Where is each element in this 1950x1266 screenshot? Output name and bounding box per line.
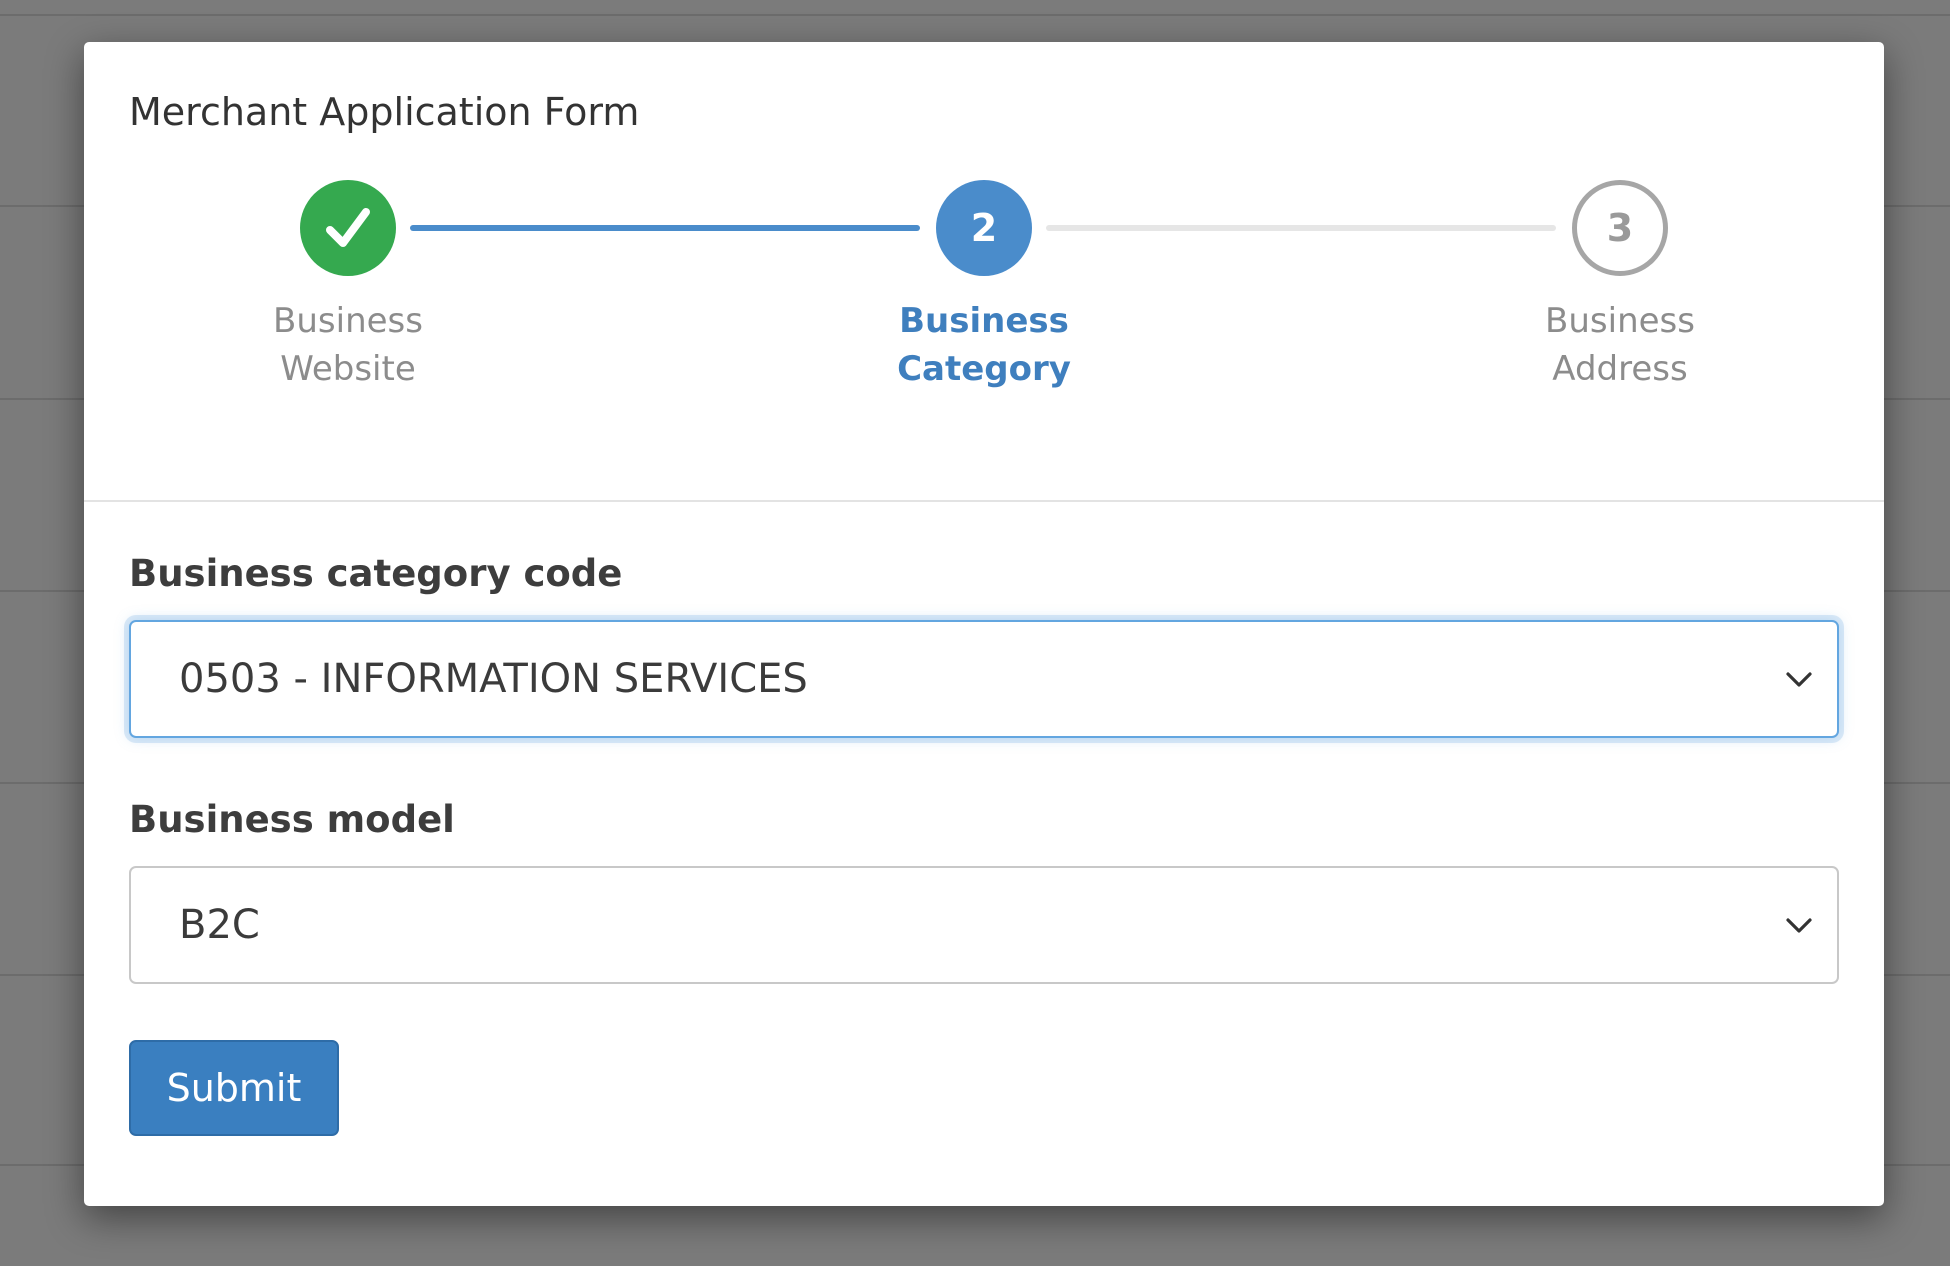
background-row-divider bbox=[0, 14, 1950, 16]
business-model-select[interactable]: B2C bbox=[129, 866, 1839, 984]
background-row-divider bbox=[1884, 1164, 1950, 1166]
background-row-divider bbox=[1884, 205, 1950, 207]
background-row-divider bbox=[0, 398, 84, 400]
business-category-code-select[interactable]: 0503 - INFORMATION SERVICES bbox=[129, 620, 1839, 738]
step-3-label-line1: Business bbox=[1545, 301, 1695, 341]
business-category-code-label: Business category code bbox=[129, 552, 623, 595]
background-row-divider bbox=[0, 205, 84, 207]
modal-title: Merchant Application Form bbox=[129, 90, 640, 134]
step-3-label: Business Address bbox=[1460, 297, 1780, 393]
step-1-label-line1: Business bbox=[273, 301, 423, 341]
step-1-label: Business Website bbox=[188, 297, 508, 393]
step-connector-complete bbox=[410, 225, 920, 231]
background-row-divider bbox=[1884, 590, 1950, 592]
step-3-label-line2: Address bbox=[1552, 349, 1688, 389]
step-connector-pending bbox=[1046, 225, 1556, 231]
background-row-divider bbox=[0, 782, 84, 784]
step-2-label-line2: Category bbox=[897, 349, 1071, 389]
check-icon bbox=[326, 208, 370, 247]
background-row-divider bbox=[0, 590, 84, 592]
modal-header: Merchant Application Form Business Websi… bbox=[84, 42, 1884, 502]
step-2-active-indicator[interactable]: 2 bbox=[936, 180, 1032, 276]
step-3-number: 3 bbox=[1606, 206, 1634, 250]
chevron-down-icon bbox=[1786, 672, 1812, 687]
submit-button[interactable]: Submit bbox=[129, 1040, 339, 1136]
step-3-pending-indicator[interactable]: 3 bbox=[1572, 180, 1668, 276]
step-1-complete-indicator[interactable] bbox=[300, 180, 396, 276]
background-row-divider bbox=[1884, 398, 1950, 400]
background-row-divider bbox=[0, 1164, 84, 1166]
background-row-divider bbox=[0, 974, 84, 976]
step-1-label-line2: Website bbox=[280, 349, 416, 389]
business-category-code-value: 0503 - INFORMATION SERVICES bbox=[179, 656, 808, 702]
business-model-value: B2C bbox=[179, 902, 260, 948]
business-model-label: Business model bbox=[129, 798, 455, 841]
merchant-application-modal: Merchant Application Form Business Websi… bbox=[84, 42, 1884, 1206]
background-row-divider bbox=[1884, 974, 1950, 976]
step-2-number: 2 bbox=[970, 206, 998, 250]
step-2-label-line1: Business bbox=[899, 301, 1069, 341]
chevron-down-icon bbox=[1786, 918, 1812, 933]
step-2-label: Business Category bbox=[824, 297, 1144, 393]
background-row-divider bbox=[1884, 782, 1950, 784]
